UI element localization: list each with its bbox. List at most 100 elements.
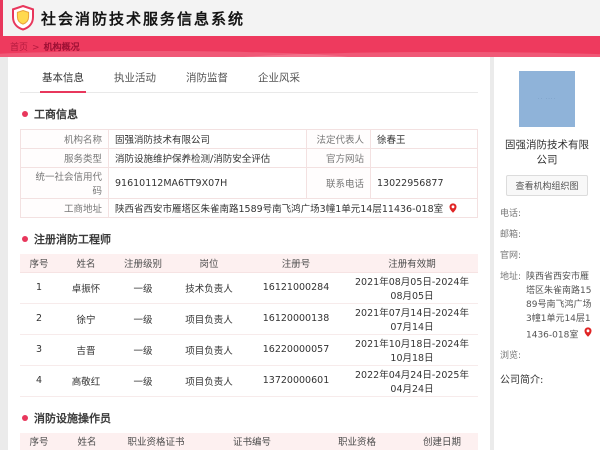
address-value: 陕西省西安市雁塔区朱雀南路1589号南飞鸿广场3幢1单元14层11436-018… (108, 198, 478, 218)
field-value: 固强消防技术有限公司 (108, 129, 307, 149)
company-sidebar: ·· ···· 固强消防技术有限公司 查看机构组织图 电话: 邮箱: 官网: 地址: 陕… (494, 57, 600, 450)
table-cell: 项目负责人 (172, 365, 246, 397)
field-value: 消防设施维护保养检测/消防安全评估 (108, 148, 307, 168)
field-label: 机构名称 (20, 129, 109, 149)
tab-1[interactable]: 基本信息 (40, 65, 86, 93)
table-cell: 高敬红 (58, 365, 114, 397)
business-info-row: 统一社会信用代码 91610112MA6TT9X07H 联系电话 1302295687… (20, 167, 478, 199)
sidebar-field-label: 官网: (500, 250, 522, 261)
sidebar-field-value (526, 250, 594, 264)
breadcrumb: 首页 > 机构概况 (10, 40, 80, 53)
business-address-row: 工商地址 陕西省西安市雁塔区朱雀南路1589号南飞鸿广场3幢1单元14层11436… (20, 198, 478, 218)
field-label: 服务类型 (20, 148, 109, 168)
table-cell: 1 (20, 272, 58, 304)
breadcrumb-banner: 首页 > 机构概况 (0, 36, 600, 57)
table-cell: 一级 (114, 334, 172, 366)
section-title-text: 消防设施操作员 (34, 411, 111, 425)
tab-2[interactable]: 执业活动 (112, 65, 158, 92)
field-value: 91610112MA6TT9X07H (108, 167, 307, 199)
sidebar-field-value (526, 350, 594, 364)
breadcrumb-home[interactable]: 首页 (10, 43, 28, 53)
tab-4[interactable]: 企业风采 (256, 65, 302, 92)
table-cell: 技术负责人 (172, 272, 246, 304)
section-business-info: 工商信息 (22, 106, 478, 122)
sidebar-field-label: 地址: (500, 271, 522, 282)
table-cell: 一级 (114, 365, 172, 397)
column-header: 序号 (20, 254, 58, 273)
sidebar-field: 地址: 陕西省西安市雁塔区朱雀南路1589号南飞鸿广场3幢1单元14层11436-… (500, 271, 594, 343)
table-cell: 16121000284 (246, 272, 346, 304)
business-info-table: 机构名称 固强消防技术有限公司 法定代表人 徐春王 服务类型 消防设施维护保养检测/消防安… (20, 129, 478, 218)
section-engineers: 注册消防工程师 (22, 231, 478, 247)
field-label: 联系电话 (306, 167, 371, 199)
content-card: 基本信息 执业活动 消防监督 企业风采 工商信息 机构名称 固强消防技术有限公司 法定代表… (8, 57, 490, 450)
sidebar-fields: 电话: 邮箱: 官网: 地址: 陕西省西安市雁塔区朱雀南路1589号南飞鸿广场3幢1单元… (500, 208, 594, 364)
field-label: 工商地址 (20, 198, 109, 218)
engineers-table: 序号 姓名 注册级别 岗位 注册号 注册有效期 1 卓振怀 一级 技术负责人 1612100028… (20, 254, 478, 397)
table-cell: 吉晋 (58, 334, 114, 366)
table-cell: 项目负责人 (172, 303, 246, 335)
section-title-text: 工商信息 (34, 108, 78, 121)
table-cell: 2021年08月05日-2024年08月05日 (346, 272, 478, 304)
company-intro-label: 公司简介: (500, 374, 544, 386)
column-header: 证书编号 (196, 432, 308, 450)
location-pin-icon[interactable] (449, 202, 457, 216)
section-bullet-icon (22, 111, 28, 117)
column-header: 注册有效期 (346, 254, 478, 273)
company-name: 固强消防技术有限公司 (505, 139, 589, 166)
section-operators: 消防设施操作员 (22, 410, 478, 426)
tab-3[interactable]: 消防监督 (184, 65, 230, 92)
column-header: 创建日期 (406, 432, 478, 450)
engineers-header-row: 序号 姓名 注册级别 岗位 注册号 注册有效期 (20, 254, 478, 273)
column-header: 职业资格 (308, 432, 406, 450)
section-bullet-icon (22, 236, 28, 242)
table-cell: 3 (20, 334, 58, 366)
section-title-text: 注册消防工程师 (34, 233, 111, 246)
column-header: 序号 (20, 432, 58, 450)
table-row: 3 吉晋 一级 项目负责人 16220000057 2021年10月18日-2024年10… (20, 334, 478, 366)
table-row: 2 徐宁 一级 项目负责人 16120000138 2021年07月14日-2024年07… (20, 303, 478, 335)
table-cell: 2021年10月18日-2024年10月18日 (346, 334, 478, 366)
field-value: 徐春王 (370, 129, 478, 149)
operators-table: 序号姓名职业资格证书证书编号职业资格创建日期 1戴文强四级/中级技能193600… (20, 432, 478, 450)
app-header: 社会消防技术服务信息系统 (0, 0, 600, 36)
column-header: 姓名 (58, 254, 114, 273)
app-title: 社会消防技术服务信息系统 (41, 9, 246, 28)
table-cell: 16220000057 (246, 334, 346, 366)
breadcrumb-current: 机构概况 (43, 43, 80, 53)
column-header: 职业资格证书 (116, 432, 196, 450)
sidebar-field-value (526, 229, 594, 243)
table-cell: 一级 (114, 272, 172, 304)
sidebar-field-label: 浏览: (500, 350, 522, 361)
sidebar-field: 邮箱: (500, 229, 594, 243)
view-org-chart-button[interactable]: 查看机构组织图 (506, 175, 588, 196)
sidebar-field-value: 陕西省西安市雁塔区朱雀南路1589号南飞鸿广场3幢1单元14层11436-018… (526, 271, 594, 343)
table-cell: 2021年07月14日-2024年07月14日 (346, 303, 478, 335)
company-logo-watermark: ·· ···· (537, 96, 557, 102)
location-pin-icon[interactable] (584, 326, 592, 343)
table-row: 1 卓振怀 一级 技术负责人 16121000284 2021年08月05日-2024年0… (20, 272, 478, 304)
sidebar-field-label: 邮箱: (500, 229, 522, 240)
operators-header-row: 序号 姓名 职业资格证书 证书编号 职业资格 创建日期 (20, 432, 478, 450)
main-layout: 基本信息 执业活动 消防监督 企业风采 工商信息 机构名称 固强消防技术有限公司 法定代表… (0, 57, 600, 450)
field-label: 统一社会信用代码 (20, 167, 109, 199)
sidebar-field-label: 电话: (500, 209, 522, 219)
table-cell: 徐宁 (58, 303, 114, 335)
column-header: 注册号 (246, 254, 346, 273)
business-info-row: 服务类型 消防设施维护保养检测/消防安全评估 官方网站 (20, 148, 478, 168)
column-header: 注册级别 (114, 254, 172, 273)
table-cell: 项目负责人 (172, 334, 246, 366)
table-row: 4 高敬红 一级 项目负责人 13720000601 2022年04月24日-2025年0… (20, 365, 478, 397)
company-logo: ·· ···· (519, 71, 575, 127)
column-header: 岗位 (172, 254, 246, 273)
table-cell: 2022年04月24日-2025年04月24日 (346, 365, 478, 397)
section-bullet-icon (22, 414, 28, 421)
table-cell: 4 (20, 365, 58, 397)
sidebar-field: 电话: (500, 208, 594, 222)
tab-bar: 基本信息 执业活动 消防监督 企业风采 (20, 65, 478, 93)
business-info-row: 机构名称 固强消防技术有限公司 法定代表人 徐春王 (20, 129, 478, 149)
field-value (370, 148, 478, 168)
field-label: 官方网站 (306, 148, 371, 168)
breadcrumb-separator: > (32, 43, 40, 53)
sidebar-field: 官网: (500, 250, 594, 264)
